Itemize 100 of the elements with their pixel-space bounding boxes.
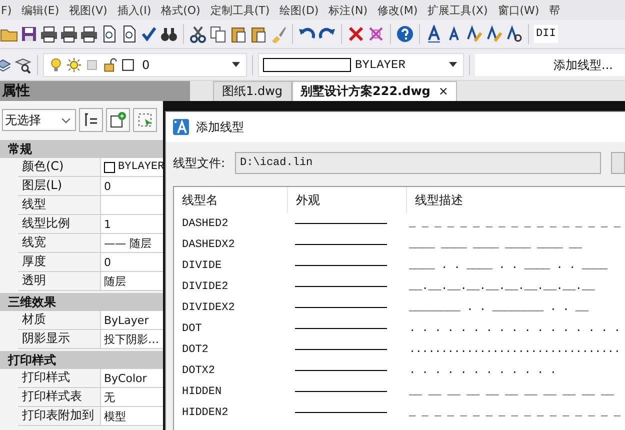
property-value[interactable]: 1 xyxy=(101,215,163,233)
style-dropdown[interactable]: DII xyxy=(534,25,558,43)
linetype-pattern: __ __ __ __ __ __ __ __ __ __ __ xyxy=(408,386,614,398)
menu-item[interactable]: 扩展工具(X) xyxy=(422,2,493,18)
printer-icon[interactable] xyxy=(40,25,58,43)
column-header[interactable]: 线型名 xyxy=(174,187,288,213)
property-label: 线宽 xyxy=(18,234,101,252)
menu-item[interactable]: 绘图(D) xyxy=(274,2,324,18)
property-value[interactable]: 随层 xyxy=(101,272,163,290)
lock-icon xyxy=(102,56,118,74)
linetype-name: BYLAYER xyxy=(354,58,406,72)
menu-item[interactable]: 插入(I) xyxy=(112,2,156,18)
bulb-icon xyxy=(48,56,64,74)
property-label: 透明 xyxy=(18,272,101,290)
linetype-name[interactable]: DOT xyxy=(174,322,287,334)
linetype-pattern: . . . . . . . . . . . . xyxy=(408,364,556,376)
text-edit-icon[interactable] xyxy=(465,25,483,43)
dropdown-arrow-icon xyxy=(232,62,240,67)
linetype-pattern: ________ . . ________ . . __ xyxy=(408,302,588,314)
select-icon[interactable] xyxy=(133,108,157,132)
menu-item[interactable]: 编辑(E) xyxy=(16,2,64,18)
property-value[interactable]: BYLAYER xyxy=(118,158,164,176)
property-label: 打印样式 xyxy=(18,369,101,387)
property-label: 打印样式表 xyxy=(18,388,101,406)
printer-icon[interactable] xyxy=(80,25,98,43)
linetype-pattern: _ _ _ _ _ _ _ _ _ _ _ _ _ _ _ _ _ xyxy=(408,406,620,418)
linetype-pattern: ____ ____ ____ ____ ____ __ xyxy=(408,238,582,250)
file-label: 线型文件: xyxy=(173,154,226,172)
layer-name: 0 xyxy=(141,58,151,72)
linetype-name[interactable]: DOTX2 xyxy=(174,364,287,376)
menu-item[interactable]: F) xyxy=(0,4,17,16)
layer-search-icon[interactable] xyxy=(14,56,32,74)
property-label: 打印表附加到 xyxy=(18,407,101,425)
property-value[interactable]: 投下阴影… xyxy=(101,330,163,348)
linetype-field[interactable]: 添加线型... xyxy=(475,54,625,76)
menu-item[interactable]: 标注(N) xyxy=(324,2,373,18)
layer-dropdown[interactable]: 0 xyxy=(43,52,247,76)
binoculars-icon[interactable] xyxy=(160,25,178,43)
file-tab[interactable]: 图纸1.dwg xyxy=(213,81,292,101)
linetype-name[interactable]: DIVIDEX2 xyxy=(174,302,287,314)
scissors-icon[interactable] xyxy=(189,25,207,43)
linetype-pattern: __.__.__.__.__.__.__.__.__.__ xyxy=(408,280,595,292)
linetype-pattern: ................................. xyxy=(408,344,620,356)
linetype-name[interactable]: DIVIDE2 xyxy=(174,280,287,292)
property-value[interactable]: 模型 xyxy=(101,407,163,425)
dropdown-arrow-icon xyxy=(449,62,457,67)
list-icon[interactable] xyxy=(79,108,103,132)
linetype-dropdown[interactable]: BYLAYER xyxy=(258,52,464,76)
linetype-name[interactable]: DOT2 xyxy=(174,344,287,356)
linetype-list[interactable] xyxy=(173,186,625,430)
property-label: 阴影显示 xyxy=(18,330,101,348)
copy-icon[interactable] xyxy=(209,25,227,43)
property-value[interactable]: 0 xyxy=(101,177,163,195)
linetype-name[interactable]: DASHED2 xyxy=(174,218,287,230)
text-find-icon[interactable] xyxy=(505,25,523,43)
menu-item[interactable]: 视图(V) xyxy=(64,2,112,18)
help-icon[interactable] xyxy=(396,25,414,43)
column-header[interactable]: 线型描述 xyxy=(407,187,520,213)
section-header[interactable]: 常规 xyxy=(0,140,163,158)
menu-item[interactable]: 帮 xyxy=(544,2,566,18)
sun-icon xyxy=(66,56,82,74)
selection-dropdown[interactable]: 无选择 xyxy=(2,109,76,131)
property-label: 材质 xyxy=(18,311,101,329)
section-header[interactable]: 打印样式 xyxy=(0,351,163,369)
property-value[interactable]: 无 xyxy=(101,388,163,406)
linetype-name[interactable]: DASHEDX2 xyxy=(174,238,287,250)
close-icon[interactable]: × xyxy=(438,82,448,101)
file-path-field[interactable]: D:\icad.lin xyxy=(235,152,601,174)
linetype-pattern: . . . . . . . . . . . . . . . . . xyxy=(408,322,620,334)
menu-item[interactable]: 修改(M) xyxy=(372,2,423,18)
app-logo-icon xyxy=(172,118,190,136)
linetype-pattern: _ _ _ _ _ _ _ _ _ _ _ _ _ _ _ _ _ xyxy=(408,218,620,230)
file-tab[interactable]: 别墅设计方案222.dwg × xyxy=(292,81,458,101)
clipboard-icon[interactable] xyxy=(249,25,267,43)
panel-title: 属性 xyxy=(0,81,190,101)
text-pen-icon[interactable] xyxy=(485,25,503,43)
linetype-name[interactable]: HIDDEN xyxy=(174,386,287,398)
dialog-title: 添加线型 xyxy=(196,118,244,136)
clipboard-icon[interactable] xyxy=(229,25,247,43)
property-value[interactable]: 0 xyxy=(101,253,163,271)
color-swatch-icon xyxy=(104,162,115,172)
property-label: 线型比例 xyxy=(18,215,101,233)
menu-item[interactable]: 定制工具(T) xyxy=(205,2,275,18)
property-label: 厚度 xyxy=(18,253,101,271)
linetype-name[interactable]: DIVIDE xyxy=(174,260,287,272)
delete-icon[interactable] xyxy=(347,25,365,43)
menu-item[interactable]: 窗口(W) xyxy=(492,2,544,18)
add-window-icon[interactable] xyxy=(106,108,130,132)
property-value[interactable]: ByLayer xyxy=(101,311,163,329)
printer-icon[interactable] xyxy=(60,25,78,43)
property-label: 线型 xyxy=(18,196,101,214)
section-header[interactable]: 三维效果 xyxy=(0,293,163,311)
cross-icon[interactable] xyxy=(367,25,385,43)
column-header[interactable]: 外观 xyxy=(288,187,407,213)
property-label: 颜色(C) xyxy=(18,158,101,176)
linetype-pattern: ____ . . ____ . . ____ . . ____ xyxy=(408,260,608,272)
property-value[interactable]: ByColor xyxy=(101,369,163,387)
linetype-name[interactable]: HIDDEN2 xyxy=(174,406,287,418)
menu-item[interactable]: 格式(O) xyxy=(156,2,206,18)
property-value[interactable]: —— 随层 xyxy=(101,234,163,252)
